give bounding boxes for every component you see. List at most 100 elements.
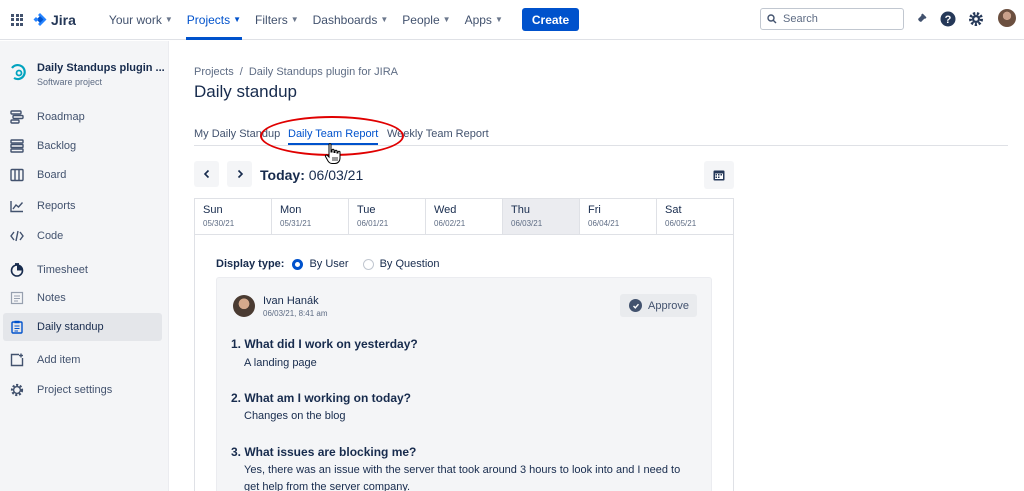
project-sidebar: Daily Standups plugin ... Software proje… [0,41,169,491]
day-date: 06/02/21 [434,219,466,228]
roadmap-icon [9,109,25,125]
jira-logo[interactable]: Jira [33,12,76,28]
day-thu[interactable]: Thu 06/03/21 [503,199,580,234]
day-date: 06/01/21 [357,219,389,228]
svg-text:?: ? [945,14,952,26]
sidebar-item-label: Add item [37,354,81,366]
nav-projects[interactable]: Projects ▼ [180,0,248,40]
day-wed[interactable]: Wed 06/02/21 [426,199,503,234]
day-date: 05/30/21 [203,219,235,228]
radio-by-question[interactable] [362,258,374,270]
search-input[interactable]: Search [760,8,904,30]
day-sat[interactable]: Sat 06/05/21 [657,199,733,234]
calendar-button[interactable] [704,161,734,189]
day-tue[interactable]: Tue 06/01/21 [349,199,426,234]
sidebar-item-daily-standup[interactable]: Daily standup [3,313,162,341]
question-1: 1. What did I work on yesterday? [231,337,418,351]
day-date: 06/05/21 [665,219,697,228]
hand-cursor-icon [324,143,341,164]
sidebar-item-reports[interactable]: Reports [3,192,162,220]
backlog-icon [9,138,25,154]
day-mon[interactable]: Mon 05/31/21 [272,199,349,234]
nav-dashboards[interactable]: Dashboards ▼ [306,0,396,40]
sidebar-item-label: Code [37,230,64,242]
app-switcher-icon[interactable] [11,13,23,26]
add-item-icon [9,352,25,368]
chevron-down-icon: ▼ [494,15,503,24]
reports-icon [9,198,25,214]
nav-filters-label: Filters [255,12,288,27]
user-name: Ivan Hanák [263,295,319,307]
radio-by-user-label[interactable]: By User [309,258,348,270]
search-placeholder: Search [783,13,818,25]
page-title: Daily standup [194,82,298,101]
breadcrumb-project[interactable]: Daily Standups plugin for JIRA [249,66,398,78]
nav-dashboards-label: Dashboards [312,12,378,27]
today-indicator: Today: 06/03/21 [260,167,363,183]
next-day-button[interactable] [227,161,252,187]
timesheet-icon [9,262,25,278]
day-fri[interactable]: Fri 06/04/21 [580,199,657,234]
answer-2: Changes on the blog [244,410,346,422]
today-date: 06/03/21 [308,167,364,183]
day-name: Thu [511,204,530,216]
chevron-left-icon [203,169,209,179]
day-sun[interactable]: Sun 05/30/21 [195,199,272,234]
daily-standup-icon [9,319,25,335]
nav-people[interactable]: People ▼ [395,0,457,40]
sidebar-item-label: Roadmap [37,111,85,123]
previous-day-button[interactable] [194,161,219,187]
day-name: Sun [203,204,223,216]
day-date: 06/04/21 [588,219,620,228]
nav-apps[interactable]: Apps ▼ [458,0,510,40]
chevron-down-icon: ▼ [164,15,173,24]
breadcrumb-projects[interactable]: Projects [194,66,234,78]
nav-your-work-label: Your work [108,12,162,27]
day-name: Sat [665,204,682,216]
day-name: Mon [280,204,302,216]
sidebar-item-code[interactable]: Code [3,222,162,250]
chevron-down-icon: ▼ [442,15,451,24]
notifications-icon[interactable] [912,10,930,28]
sidebar-item-backlog[interactable]: Backlog [3,132,162,160]
gear-icon [9,382,25,398]
sidebar-item-label: Board [37,169,67,181]
nav-people-label: People [402,12,440,27]
sidebar-item-project-settings[interactable]: Project settings [3,376,162,404]
day-name: Tue [357,204,376,216]
sidebar-item-board[interactable]: Board [3,161,162,189]
sidebar-item-roadmap[interactable]: Roadmap [3,103,162,131]
today-label: Today: [260,167,305,183]
jira-logo-icon [33,12,47,26]
sidebar-item-label: Backlog [37,140,77,152]
approve-label: Approve [648,299,689,312]
question-2: 2. What am I working on today? [231,391,412,405]
day-name: Fri [588,204,601,216]
radio-by-question-label[interactable]: By Question [380,258,440,270]
nav-your-work[interactable]: Your work ▼ [102,0,180,40]
profile-avatar[interactable] [998,9,1016,27]
day-date: 06/03/21 [511,219,543,228]
project-type: Software project [37,77,103,87]
display-type-selector: Display type: By User By Question [216,258,454,270]
sidebar-item-label: Project settings [37,384,113,396]
sidebar-item-label: Daily standup [37,321,104,333]
search-icon [767,14,777,24]
report-timestamp: 06/03/21, 8:41 am [263,309,328,318]
create-button[interactable]: Create [521,8,580,31]
question-3: 3. What issues are blocking me? [231,445,417,459]
week-day-selector: Sun 05/30/21 Mon 05/31/21 Tue 06/01/21 Wed 0… [194,198,734,235]
nav-filters[interactable]: Filters ▼ [248,0,306,40]
radio-by-user[interactable] [292,258,304,270]
project-header[interactable]: Daily Standups plugin ... Software proje… [8,62,165,87]
settings-gear-icon[interactable] [967,10,985,28]
breadcrumb: Projects / Daily Standups plugin for JIRA [194,66,398,78]
sidebar-item-add-item[interactable]: Add item [3,346,162,374]
sidebar-item-notes[interactable]: Notes [3,284,162,312]
help-icon[interactable]: ? [939,10,957,28]
chevron-down-icon: ▼ [380,15,389,24]
calendar-icon [713,170,725,181]
sidebar-item-timesheet[interactable]: Timesheet [3,256,162,284]
chevron-down-icon: ▼ [290,15,299,24]
approve-button[interactable]: Approve [620,294,697,317]
